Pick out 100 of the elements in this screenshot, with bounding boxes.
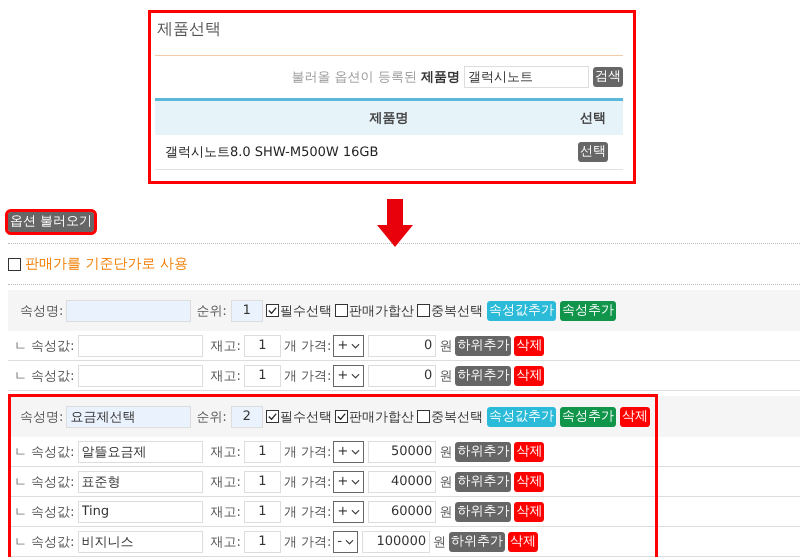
caret-icon: [351, 448, 360, 454]
currency-label: 원: [439, 504, 452, 520]
price-field[interactable]: 50000: [368, 440, 436, 462]
field-label: ㄴ 속성값:: [14, 444, 75, 460]
stock-field[interactable]: 1: [244, 364, 281, 386]
panel-title: 제품선택: [155, 19, 623, 56]
checkbox-label: 필수선택: [280, 302, 332, 320]
field-label: 순위:: [196, 408, 227, 426]
field-label: 개 가격:: [284, 474, 332, 490]
attribute-value-field[interactable]: 비지니스: [78, 530, 203, 552]
action-button[interactable]: 속성추가: [560, 406, 616, 426]
checkbox-label: 판매가합산: [348, 302, 414, 320]
currency-label: 원: [433, 534, 446, 550]
search-field[interactable]: 갤럭시노트: [464, 66, 589, 88]
field-label: 개 가격:: [284, 534, 332, 550]
field-label: 개 가격:: [284, 444, 332, 460]
action-button[interactable]: 삭제: [620, 406, 650, 426]
attribute-value-field[interactable]: 알뜰요금제: [78, 440, 203, 462]
currency-label: 원: [439, 474, 452, 490]
action-button[interactable]: 삭제: [514, 366, 544, 386]
caret-icon: [351, 478, 360, 484]
price-field[interactable]: 60000: [368, 500, 436, 522]
action-button[interactable]: 삭제: [514, 442, 544, 462]
select-button[interactable]: 선택: [578, 142, 608, 162]
field-label: ㄴ 속성값:: [14, 474, 75, 490]
field-label: ㄴ 속성값:: [14, 368, 75, 384]
sign-dropdown[interactable]: +: [333, 334, 364, 356]
price-field[interactable]: 0: [368, 364, 436, 386]
caret-icon: [345, 538, 354, 544]
attribute-value-field[interactable]: 표준형: [78, 470, 203, 492]
order-field[interactable]: 1: [230, 300, 263, 322]
field-label: 재고:: [210, 474, 241, 490]
checkbox[interactable]: [416, 304, 430, 317]
field-label: 속성명:: [20, 302, 64, 320]
stock-field[interactable]: 1: [244, 440, 281, 462]
checkbox[interactable]: [8, 258, 21, 270]
field-label: 재고:: [210, 534, 241, 550]
search-label: 불러올 옵션이 등록된 제품명: [292, 69, 460, 86]
caret-icon: [351, 372, 360, 378]
attribute-value-field[interactable]: [78, 364, 203, 386]
stock-field[interactable]: 1: [244, 500, 281, 522]
action-button[interactable]: 삭제: [514, 336, 544, 356]
attribute-value-field[interactable]: [78, 334, 203, 356]
currency-label: 원: [439, 338, 452, 354]
sign-dropdown[interactable]: -: [333, 530, 358, 552]
attribute-name-field[interactable]: [66, 300, 192, 322]
price-field[interactable]: 0: [368, 334, 436, 356]
load-options-button[interactable]: 옵션 불러오기: [8, 212, 94, 232]
search-button[interactable]: 검색: [593, 67, 623, 87]
field-label: 개 가격:: [284, 338, 332, 354]
column-header: 선택: [579, 110, 607, 127]
checkbox-label: 중복선택: [430, 408, 483, 426]
caret-icon: [351, 508, 360, 514]
action-button[interactable]: 하위추가: [455, 366, 512, 386]
checkbox[interactable]: [416, 410, 430, 423]
stock-field[interactable]: 1: [244, 334, 281, 356]
checkbox[interactable]: [334, 410, 348, 423]
checkbox-label: 판매가합산: [348, 408, 414, 426]
checkbox[interactable]: [266, 304, 279, 317]
column-header: 제품명: [368, 110, 410, 127]
action-button[interactable]: 하위추가: [455, 442, 512, 462]
action-button[interactable]: 속성추가: [560, 300, 616, 320]
action-button[interactable]: 삭제: [508, 532, 538, 552]
field-label: 재고:: [210, 444, 241, 460]
attribute-value-field[interactable]: Ting: [78, 500, 203, 522]
order-field[interactable]: 2: [230, 406, 263, 428]
field-label: ㄴ 속성값:: [14, 338, 75, 354]
currency-label: 원: [439, 368, 452, 384]
field-label: 순위:: [196, 302, 227, 320]
stock-field[interactable]: 1: [244, 470, 281, 492]
checkbox-label: 필수선택: [280, 408, 332, 426]
field-label: 재고:: [210, 368, 241, 384]
action-button[interactable]: 하위추가: [455, 336, 512, 356]
down-arrow-icon: [377, 199, 413, 247]
sign-dropdown[interactable]: +: [333, 500, 364, 522]
price-field[interactable]: 40000: [368, 470, 436, 492]
attribute-name-field[interactable]: 요금제선택: [66, 406, 192, 428]
field-label: ㄴ 속성값:: [14, 504, 75, 520]
action-button[interactable]: 삭제: [514, 502, 544, 522]
sign-dropdown[interactable]: +: [333, 364, 364, 386]
action-button[interactable]: 하위추가: [449, 532, 506, 552]
price-field[interactable]: 100000: [362, 530, 430, 552]
action-button[interactable]: 삭제: [514, 472, 544, 492]
table-cell-text: 갤럭시노트8.0 SHW-M500W 16GB: [164, 144, 380, 161]
stock-field[interactable]: 1: [244, 530, 281, 552]
caret-icon: [351, 342, 360, 348]
field-label: ㄴ 속성값:: [14, 534, 75, 550]
field-label: 재고:: [210, 504, 241, 520]
checkbox[interactable]: [334, 304, 348, 317]
sign-dropdown[interactable]: +: [333, 440, 364, 462]
action-button[interactable]: 하위추가: [455, 472, 512, 492]
field-label: 개 가격:: [284, 368, 332, 384]
field-label: 재고:: [210, 338, 241, 354]
checkbox-label: 중복선택: [430, 302, 483, 320]
option-label: 판매가를 기준단가로 사용: [25, 255, 188, 273]
field-label: 속성명:: [20, 408, 64, 426]
sign-dropdown[interactable]: +: [333, 470, 364, 492]
checkbox[interactable]: [266, 410, 279, 423]
action-button[interactable]: 하위추가: [455, 502, 512, 522]
field-label: 개 가격:: [284, 504, 332, 520]
